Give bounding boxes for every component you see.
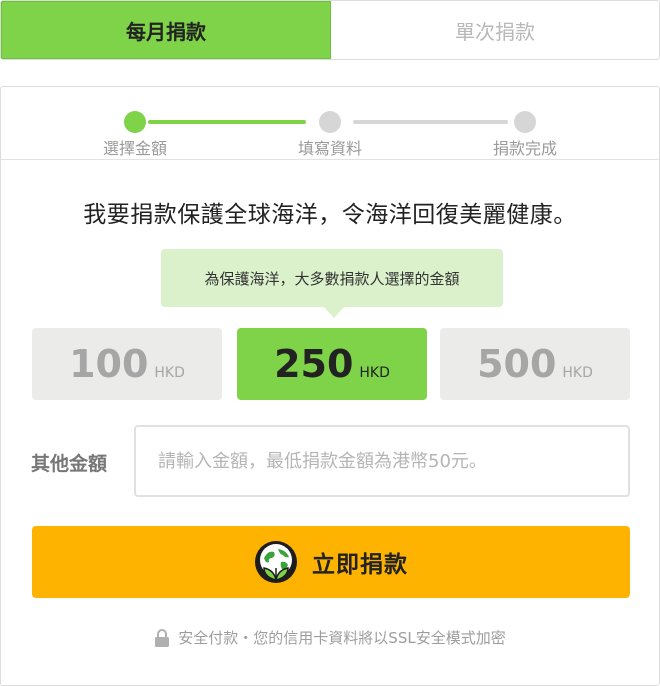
secure-payment-text: 安全付款・您的信用卡資料將以SSL安全模式加密 (178, 629, 506, 647)
amount-option-500[interactable]: 500 HKD (440, 328, 630, 400)
donate-now-label: 立即捐款 (312, 552, 408, 578)
donation-type-tabs: 每月捐款 單次捐款 (0, 0, 660, 60)
other-amount-label: 其他金額 (31, 453, 108, 475)
step-dot-1 (124, 111, 146, 133)
donate-now-button[interactable]: 立即捐款 (32, 526, 630, 598)
progress-steps: 選擇金額 填寫資料 捐款完成 (1, 87, 659, 159)
step-label-3: 捐款完成 (492, 139, 557, 158)
amount-currency: HKD (154, 365, 185, 381)
step-dot-2 (319, 111, 341, 133)
amount-option-100[interactable]: 100 HKD (32, 328, 222, 400)
popular-amount-tooltip: 為保護海洋，大多數捐款人選擇的金額 (161, 249, 503, 307)
amount-value: 250 (274, 342, 354, 386)
tab-one-time[interactable]: 單次捐款 (331, 1, 659, 59)
amount-value: 100 (69, 342, 149, 386)
headline: 我要捐款保護全球海洋，令海洋回復美麗健康。 (83, 202, 577, 228)
earth-plant-icon (255, 541, 297, 583)
step-label-2: 填寫資料 (297, 139, 362, 158)
tab-monthly[interactable]: 每月捐款 (1, 1, 331, 59)
amount-currency: HKD (359, 365, 390, 381)
step-label-1: 選擇金額 (102, 139, 167, 158)
secure-payment-note: 安全付款・您的信用卡資料將以SSL安全模式加密 (1, 627, 659, 648)
step-dot-3 (514, 111, 536, 133)
lock-icon (155, 628, 170, 647)
amount-currency: HKD (562, 365, 593, 381)
amount-value: 500 (477, 342, 557, 386)
amount-option-250[interactable]: 250 HKD (237, 328, 427, 400)
other-amount-input[interactable] (134, 425, 630, 497)
tooltip-arrow (323, 306, 345, 318)
step-line-1 (148, 120, 306, 124)
donation-card: 選擇金額 填寫資料 捐款完成 我要捐款保護全球海洋，令海洋回復美麗健康。 為保護… (0, 86, 660, 686)
step-line-2 (353, 120, 508, 124)
steps-divider (1, 159, 659, 160)
